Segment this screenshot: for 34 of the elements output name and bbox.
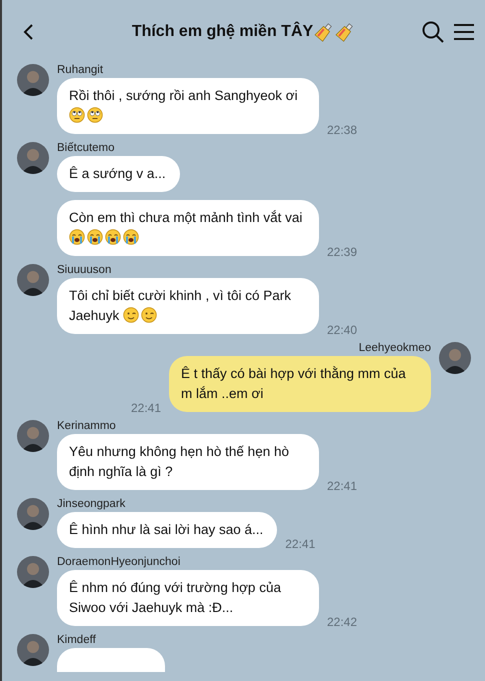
message-bubble: Rồi thôi , sướng rồi anh Sanghyeok ơi — [57, 78, 319, 134]
sender-name: Kimdeff — [57, 634, 96, 646]
avatar[interactable] — [17, 556, 49, 588]
sender-name: Biếtcutemo — [57, 142, 115, 154]
sender-name: Ruhangit — [57, 64, 104, 76]
message-bubble: Ê a sướng v a... — [57, 156, 180, 192]
message-bubble: Tôi chỉ biết cười khinh , vì tôi có Park Jaehuyk — [57, 278, 319, 334]
chat-title: Thích em ghệ miền TÂY — [132, 23, 314, 41]
message-time: 22:40 — [327, 323, 358, 337]
message-time: 22:38 — [327, 123, 358, 137]
sender-name: Leehyeokmeo — [358, 342, 431, 354]
search-button[interactable] — [421, 20, 445, 44]
menu-button[interactable] — [453, 22, 475, 42]
sender-name: Jinseongpark — [57, 498, 126, 510]
message-time: 22:42 — [327, 615, 358, 629]
avatar[interactable] — [17, 420, 49, 452]
sender-name: DoraemonHyeonjunchoi — [57, 556, 180, 568]
message-time: 22:41 — [285, 537, 316, 551]
message-bubble: Ê nhm nó đúng với trường hợp của Siwoo với Jaehuyk mà :Đ... — [57, 570, 319, 626]
avatar[interactable] — [17, 64, 49, 96]
message-bubble: Ê t thấy có bài hợp với thằng mm của m lắm ..em ơi — [169, 356, 431, 412]
avatar[interactable] — [17, 142, 49, 174]
avatar[interactable] — [17, 498, 49, 530]
message-bubble: Ê hình như là sai lời hay sao á... — [57, 512, 278, 548]
message-time: 22:41 — [130, 401, 161, 415]
sender-name: Kerinammo — [57, 420, 116, 432]
message-bubble: Yêu nhưng không hẹn hò thế hẹn hò định nghĩa là gì ? — [57, 434, 319, 490]
avatar[interactable] — [17, 634, 49, 666]
avatar[interactable] — [17, 264, 49, 296]
message-time: 22:41 — [327, 479, 358, 493]
sender-name: Siuuuuson — [57, 264, 112, 276]
avatar[interactable] — [439, 342, 471, 374]
message-time: 22:39 — [327, 245, 358, 259]
message-bubble: Còn em thì chưa một mảnh tình vắt vai — [57, 200, 319, 256]
